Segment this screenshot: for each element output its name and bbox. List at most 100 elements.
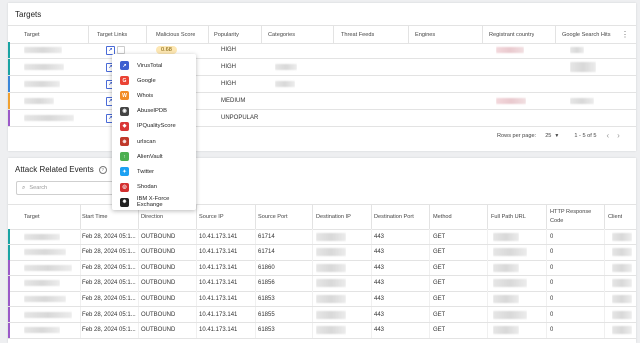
menu-item-urlscan[interactable]: ⊕ urlscan bbox=[112, 134, 196, 149]
col-header-popularity[interactable]: Popularity bbox=[214, 26, 239, 43]
search-hits-redacted bbox=[570, 98, 594, 104]
destination-ip-redacted bbox=[316, 294, 346, 303]
shodan-icon: ◎ bbox=[120, 182, 129, 192]
start-time-value: Feb 28, 2024 05:1... bbox=[82, 311, 136, 318]
twitter-icon: ✦ bbox=[120, 167, 129, 177]
client-redacted bbox=[612, 232, 632, 241]
rows-per-page-select[interactable]: 25 bbox=[545, 133, 551, 139]
direction-value: OUTBOUND bbox=[141, 295, 176, 302]
help-icon[interactable]: ? bbox=[98, 165, 107, 174]
method-value: GET bbox=[433, 280, 446, 287]
search-hits-redacted bbox=[570, 62, 596, 72]
menu-item-shodan[interactable]: ◎ Shodan bbox=[112, 180, 196, 195]
col-header-malicious-score[interactable]: Malicious Score bbox=[156, 26, 195, 43]
table-row[interactable]: Feb 28, 2024 05:1... OUTBOUND 10.41.173.14… bbox=[8, 291, 636, 308]
events-title-text: Attack Related Events bbox=[15, 165, 94, 174]
whois-icon: W bbox=[120, 91, 129, 101]
table-row[interactable]: Feb 28, 2024 05:1... OUTBOUND 10.41.173.14… bbox=[8, 307, 636, 323]
source-ip-value: 10.41.173.141 bbox=[199, 280, 238, 287]
menu-item-label: AlienVault bbox=[137, 153, 163, 160]
http-response-code-value: 0 bbox=[550, 280, 554, 287]
start-time-value: Feb 28, 2024 05:1... bbox=[82, 327, 136, 334]
source-ip-value: 10.41.173.141 bbox=[199, 233, 238, 240]
full-path-url-redacted bbox=[493, 263, 519, 272]
malicious-score-badge: 0.68 bbox=[156, 46, 177, 54]
full-path-url-redacted bbox=[493, 294, 519, 303]
col-header-start-time[interactable]: Start Time bbox=[82, 205, 108, 229]
menu-item-label: IBM X-Force Exchange bbox=[136, 196, 170, 209]
severity-bar bbox=[8, 59, 10, 75]
target-value-redacted bbox=[24, 115, 74, 121]
col-header-google-search-hits[interactable]: Google Search Hits bbox=[562, 26, 611, 43]
severity-bar bbox=[8, 42, 10, 58]
table-row[interactable]: Feb 28, 2024 05:1... OUTBOUND 10.41.173.14… bbox=[8, 260, 636, 277]
menu-item-twitter[interactable]: ✦ Twitter bbox=[112, 164, 196, 179]
target-value-redacted bbox=[24, 233, 60, 240]
http-response-code-value: 0 bbox=[550, 327, 554, 334]
menu-item-ibm-x-force-exchange[interactable]: ✸ IBM X-Force Exchange bbox=[112, 195, 196, 210]
table-row[interactable]: ↗ MEDIUM bbox=[8, 93, 636, 110]
severity-bar bbox=[8, 244, 10, 260]
menu-item-label: Whois bbox=[137, 92, 154, 99]
prev-page-icon[interactable]: ‹ bbox=[606, 131, 609, 140]
direction-value: OUTBOUND bbox=[141, 280, 176, 287]
rows-per-page-label: Rows per page: bbox=[497, 132, 537, 139]
menu-item-ipqualityscore[interactable]: ◆ IPQualityScore bbox=[112, 119, 196, 134]
col-header-method[interactable]: Method bbox=[433, 205, 452, 229]
target-value-redacted bbox=[24, 295, 66, 302]
col-header-destination-ip[interactable]: Destination IP bbox=[316, 205, 351, 229]
table-row[interactable]: ↗ 0.68 HIGH bbox=[8, 42, 636, 59]
col-header-client[interactable]: Client bbox=[608, 205, 622, 229]
column-menu-icon[interactable]: ⋮ bbox=[621, 26, 629, 43]
target-value-redacted bbox=[24, 311, 72, 318]
popularity-value: HIGH bbox=[221, 64, 236, 70]
col-header-categories[interactable]: Categories bbox=[268, 26, 295, 43]
menu-item-label: Twitter bbox=[137, 168, 155, 175]
table-row[interactable]: Feb 28, 2024 05:1... OUTBOUND 10.41.173.14… bbox=[8, 229, 636, 245]
destination-ip-redacted bbox=[316, 248, 346, 257]
destination-ip-redacted bbox=[316, 326, 346, 335]
popularity-value: UNPOPULAR bbox=[221, 115, 259, 121]
menu-item-virustotal[interactable]: ↗ VirusTotal bbox=[112, 58, 196, 73]
table-row[interactable]: ↗ HIGH bbox=[8, 76, 636, 93]
col-header-destination-port[interactable]: Destination Port bbox=[374, 205, 414, 229]
links-more-icon[interactable] bbox=[117, 46, 125, 54]
severity-bar bbox=[8, 76, 10, 92]
col-header-full-path-url[interactable]: Full Path URL bbox=[491, 205, 526, 229]
client-redacted bbox=[612, 326, 632, 335]
target-value-redacted bbox=[24, 327, 60, 334]
severity-bar bbox=[8, 307, 10, 322]
menu-item-abuseipdb[interactable]: ◉ AbuseIPDB bbox=[112, 104, 196, 119]
menu-item-whois[interactable]: W Whois bbox=[112, 88, 196, 103]
table-row[interactable]: ↗ HIGH bbox=[8, 59, 636, 76]
col-header-source-port[interactable]: Source Port bbox=[258, 205, 288, 229]
table-row[interactable]: Feb 28, 2024 05:1... OUTBOUND 10.41.173.14… bbox=[8, 322, 636, 339]
table-row[interactable]: Feb 28, 2024 05:1... OUTBOUND 10.41.173.14… bbox=[8, 244, 636, 261]
destination-port-value: 443 bbox=[374, 327, 385, 334]
table-row[interactable]: ↗ UNPOPULAR bbox=[8, 110, 636, 127]
col-header-engines[interactable]: Engines bbox=[415, 26, 435, 43]
menu-item-google[interactable]: G Google bbox=[112, 73, 196, 88]
source-port-value: 61714 bbox=[258, 249, 275, 256]
target-value-redacted bbox=[24, 47, 62, 53]
targets-title: Targets bbox=[15, 10, 42, 19]
col-header-registrant-country[interactable]: Registrant country bbox=[489, 26, 534, 43]
http-response-code-value: 0 bbox=[550, 249, 554, 256]
col-header-threat-feeds[interactable]: Threat Feeds bbox=[341, 26, 374, 43]
events-header-row: Target Start Time Direction Source IP So… bbox=[8, 204, 636, 230]
next-page-icon[interactable]: › bbox=[617, 131, 620, 140]
col-header-http-response-code[interactable]: HTTP Response Code bbox=[550, 205, 598, 229]
col-header-target-links[interactable]: Target Links bbox=[97, 26, 127, 43]
chevron-down-icon[interactable]: ▼ bbox=[554, 133, 559, 139]
col-header-target[interactable]: Target bbox=[24, 205, 40, 229]
client-redacted bbox=[612, 279, 632, 288]
menu-item-label: VirusTotal bbox=[137, 62, 163, 69]
start-time-value: Feb 28, 2024 05:1... bbox=[82, 233, 136, 240]
col-header-target[interactable]: Target bbox=[24, 26, 40, 43]
menu-item-alienvault[interactable]: ↑ AlienVault bbox=[112, 149, 196, 164]
col-header-source-ip[interactable]: Source IP bbox=[199, 205, 224, 229]
severity-bar bbox=[8, 229, 10, 244]
source-ip-value: 10.41.173.141 bbox=[199, 295, 238, 302]
table-row[interactable]: Feb 28, 2024 05:1... OUTBOUND 10.41.173.14… bbox=[8, 275, 636, 292]
virustotal-icon: ↗ bbox=[120, 61, 129, 70]
